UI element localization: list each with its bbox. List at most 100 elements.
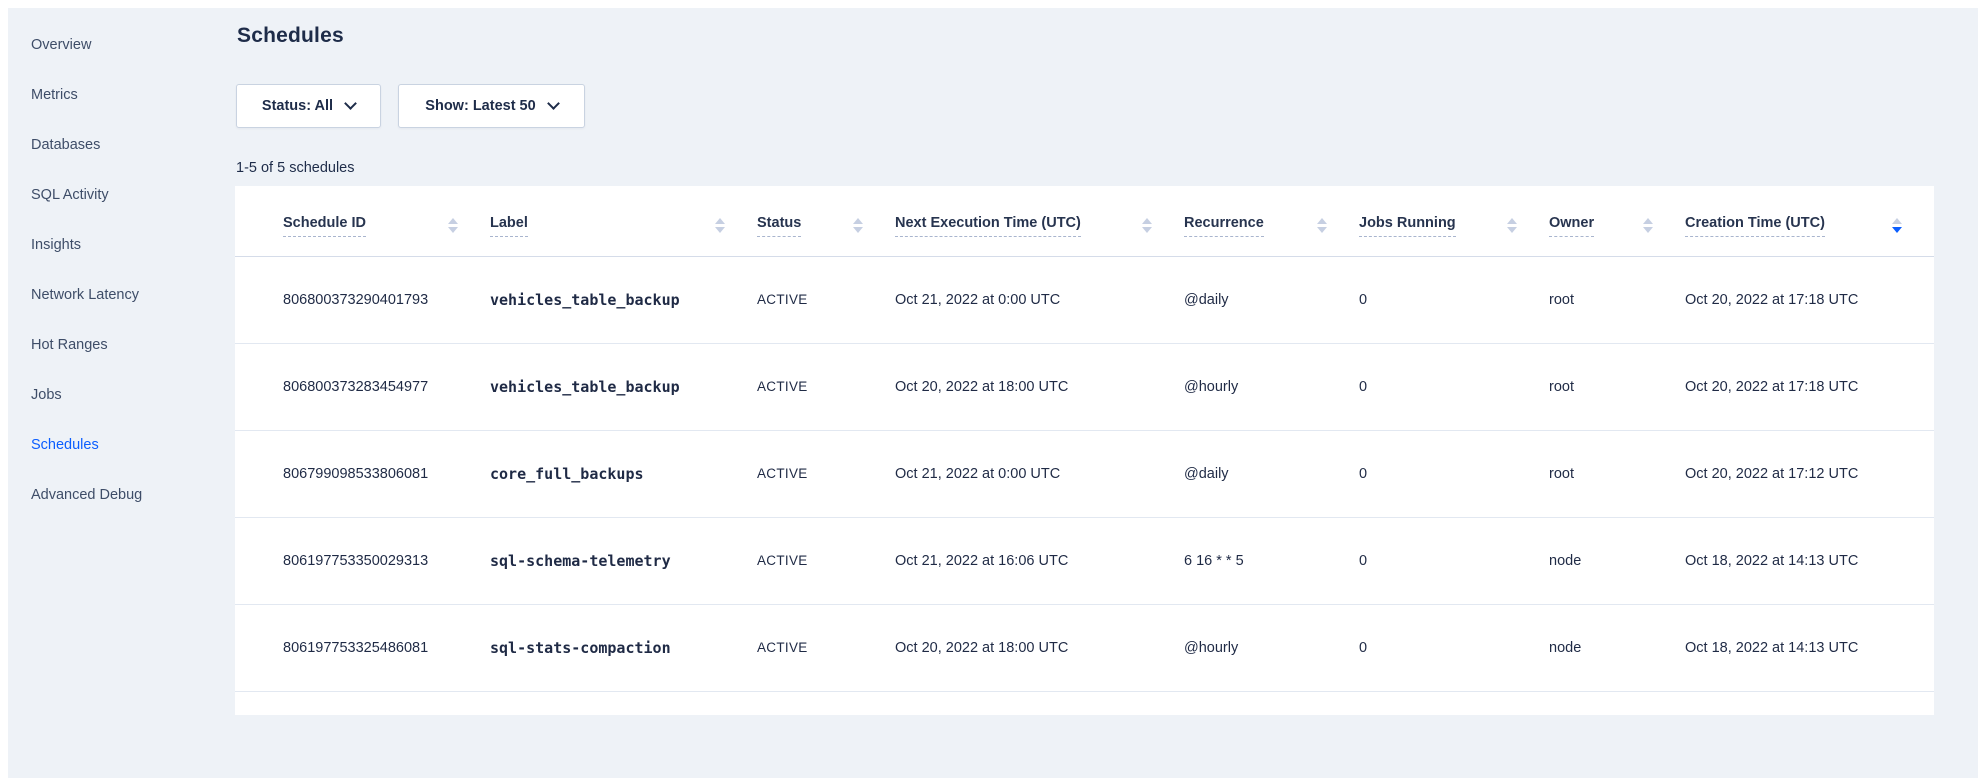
column-label: Label: [490, 215, 528, 237]
cell-status: ACTIVE: [757, 517, 895, 604]
page-left-edge: [0, 0, 8, 778]
show-filter-dropdown[interactable]: Show: Latest 50: [398, 84, 585, 128]
column-header-jobs-running[interactable]: Jobs Running: [1359, 186, 1549, 256]
cell-schedule-id: 806197753325486081: [235, 604, 490, 691]
cell-recurrence: @hourly: [1184, 604, 1359, 691]
cell-schedule-id: 806800373290401793: [235, 256, 490, 343]
sidebar-item-label: Hot Ranges: [31, 337, 108, 353]
sidebar-item-label: Advanced Debug: [31, 487, 142, 503]
table-row[interactable]: 806800373283454977 vehicles_table_backup…: [235, 343, 1934, 430]
sidebar-item-sql-activity[interactable]: SQL Activity: [8, 170, 228, 220]
table-row[interactable]: 806800373290401793 vehicles_table_backup…: [235, 256, 1934, 343]
sidebar-item-label: Metrics: [31, 87, 78, 103]
column-label: Schedule ID: [283, 215, 366, 237]
cell-label: vehicles_table_backup: [490, 343, 757, 430]
sort-icon: [853, 218, 863, 233]
cell-status: ACTIVE: [757, 430, 895, 517]
cell-next-execution: Oct 21, 2022 at 0:00 UTC: [895, 430, 1184, 517]
cell-label: sql-schema-telemetry: [490, 517, 757, 604]
sidebar-item-databases[interactable]: Databases: [8, 120, 228, 170]
filter-bar: Status: All Show: Latest 50: [236, 84, 585, 128]
column-header-next-execution-time[interactable]: Next Execution Time (UTC): [895, 186, 1184, 256]
sidebar-item-jobs[interactable]: Jobs: [8, 370, 228, 420]
cell-owner: root: [1549, 430, 1685, 517]
chevron-down-icon: [344, 97, 357, 110]
cell-next-execution: Oct 21, 2022 at 0:00 UTC: [895, 256, 1184, 343]
sidebar: Overview Metrics Databases SQL Activity …: [8, 20, 228, 520]
cell-owner: root: [1549, 343, 1685, 430]
cell-jobs-running: 0: [1359, 604, 1549, 691]
sidebar-item-label: Jobs: [31, 387, 62, 403]
sidebar-item-metrics[interactable]: Metrics: [8, 70, 228, 120]
sort-icon: [1892, 218, 1902, 233]
result-count: 1-5 of 5 schedules: [236, 160, 355, 176]
column-label: Creation Time (UTC): [1685, 215, 1825, 237]
cell-creation-time: Oct 18, 2022 at 14:13 UTC: [1685, 604, 1934, 691]
sidebar-item-label: Insights: [31, 237, 81, 253]
sort-icon: [1507, 218, 1517, 233]
cell-status: ACTIVE: [757, 343, 895, 430]
cell-owner: root: [1549, 256, 1685, 343]
cell-creation-time: Oct 20, 2022 at 17:18 UTC: [1685, 256, 1934, 343]
cell-jobs-running: 0: [1359, 256, 1549, 343]
sort-icon: [448, 218, 458, 233]
column-header-owner[interactable]: Owner: [1549, 186, 1685, 256]
sidebar-item-label: Network Latency: [31, 287, 139, 303]
column-header-recurrence[interactable]: Recurrence: [1184, 186, 1359, 256]
sort-icon: [1643, 218, 1653, 233]
column-header-creation-time[interactable]: Creation Time (UTC): [1685, 186, 1934, 256]
cell-next-execution: Oct 20, 2022 at 18:00 UTC: [895, 343, 1184, 430]
cell-creation-time: Oct 20, 2022 at 17:18 UTC: [1685, 343, 1934, 430]
status-filter-dropdown[interactable]: Status: All: [236, 84, 381, 128]
sort-icon: [715, 218, 725, 233]
sidebar-item-label: Schedules: [31, 437, 99, 453]
cell-jobs-running: 0: [1359, 517, 1549, 604]
column-header-schedule-id[interactable]: Schedule ID: [235, 186, 490, 256]
cell-status: ACTIVE: [757, 256, 895, 343]
sidebar-item-hot-ranges[interactable]: Hot Ranges: [8, 320, 228, 370]
schedules-table-panel: Schedule ID Label Status Next Execution …: [235, 186, 1934, 715]
cell-creation-time: Oct 18, 2022 at 14:13 UTC: [1685, 517, 1934, 604]
schedules-table: Schedule ID Label Status Next Execution …: [235, 186, 1934, 692]
column-header-label[interactable]: Label: [490, 186, 757, 256]
column-label: Jobs Running: [1359, 215, 1456, 237]
cell-label: vehicles_table_backup: [490, 256, 757, 343]
sort-icon: [1317, 218, 1327, 233]
column-label: Status: [757, 215, 801, 237]
sidebar-item-label: SQL Activity: [31, 187, 109, 203]
cell-owner: node: [1549, 604, 1685, 691]
show-filter-label: Show: Latest 50: [425, 98, 535, 114]
sidebar-item-network-latency[interactable]: Network Latency: [8, 270, 228, 320]
cell-jobs-running: 0: [1359, 430, 1549, 517]
cell-schedule-id: 806799098533806081: [235, 430, 490, 517]
cell-recurrence: @daily: [1184, 256, 1359, 343]
page-top-edge: [0, 0, 1978, 8]
column-header-status[interactable]: Status: [757, 186, 895, 256]
cell-creation-time: Oct 20, 2022 at 17:12 UTC: [1685, 430, 1934, 517]
sort-icon: [1142, 218, 1152, 233]
cell-recurrence: @hourly: [1184, 343, 1359, 430]
table-row[interactable]: 806197753350029313 sql-schema-telemetry …: [235, 517, 1934, 604]
cell-jobs-running: 0: [1359, 343, 1549, 430]
page-title: Schedules: [237, 24, 344, 48]
sidebar-item-advanced-debug[interactable]: Advanced Debug: [8, 470, 228, 520]
table-row[interactable]: 806799098533806081 core_full_backups ACT…: [235, 430, 1934, 517]
table-body: 806800373290401793 vehicles_table_backup…: [235, 256, 1934, 691]
cell-status: ACTIVE: [757, 604, 895, 691]
cell-label: sql-stats-compaction: [490, 604, 757, 691]
cell-owner: node: [1549, 517, 1685, 604]
table-header-row: Schedule ID Label Status Next Execution …: [235, 186, 1934, 256]
table-row[interactable]: 806197753325486081 sql-stats-compaction …: [235, 604, 1934, 691]
cell-schedule-id: 806800373283454977: [235, 343, 490, 430]
sidebar-item-label: Overview: [31, 37, 91, 53]
cell-next-execution: Oct 20, 2022 at 18:00 UTC: [895, 604, 1184, 691]
sidebar-item-insights[interactable]: Insights: [8, 220, 228, 270]
column-label: Next Execution Time (UTC): [895, 215, 1081, 237]
sidebar-item-overview[interactable]: Overview: [8, 20, 228, 70]
chevron-down-icon: [547, 97, 560, 110]
sidebar-item-schedules[interactable]: Schedules: [8, 420, 228, 470]
cell-schedule-id: 806197753350029313: [235, 517, 490, 604]
cell-next-execution: Oct 21, 2022 at 16:06 UTC: [895, 517, 1184, 604]
cell-recurrence: 6 16 * * 5: [1184, 517, 1359, 604]
sidebar-item-label: Databases: [31, 137, 100, 153]
